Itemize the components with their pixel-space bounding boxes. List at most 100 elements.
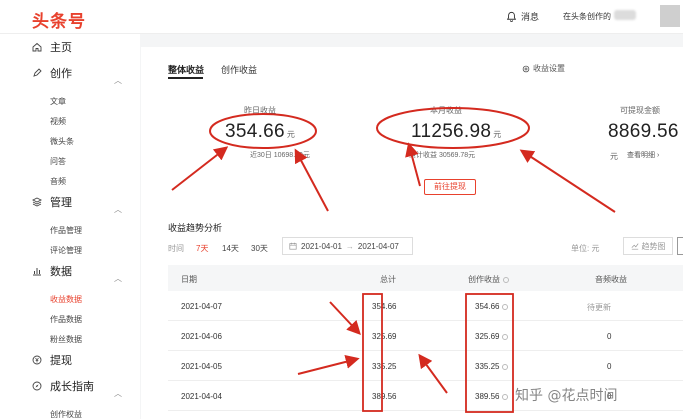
date-to: 2021-04-07	[357, 241, 399, 251]
last-30-days-revenue: 近30日 10698.59元	[250, 152, 310, 159]
chevron-up-icon: ︿	[114, 274, 122, 283]
top-bar: 头条号 消息 在头条创作的	[0, 0, 683, 34]
creator-label: 在头条创作的	[563, 12, 611, 21]
sidebar-subitem[interactable]: 视频	[50, 116, 66, 127]
detail-icon[interactable]	[502, 363, 509, 370]
row-date: 2021-04-04	[181, 392, 222, 401]
sidebar-subitem[interactable]: 音频	[50, 176, 66, 187]
row-total: 389.56	[372, 392, 397, 401]
range-7-days[interactable]: 7天	[196, 243, 208, 254]
row-creation: 335.25	[475, 362, 509, 371]
row-audio: 待更新	[587, 303, 611, 312]
app-logo[interactable]: 头条号	[32, 7, 86, 32]
row-creation-value: 354.66	[475, 302, 500, 311]
pen-icon	[33, 68, 42, 77]
sidebar-label-withdraw: 提现	[50, 355, 72, 367]
sidebar-subitem[interactable]: 评论管理	[50, 245, 82, 256]
chevron-up-icon: ︿	[114, 205, 122, 214]
line-chart-icon	[631, 243, 638, 250]
row-date: 2021-04-07	[181, 302, 222, 311]
sidebar-subitem[interactable]: 文章	[50, 96, 66, 107]
column-header-creation-label: 创作收益	[468, 275, 500, 284]
row-date: 2021-04-06	[181, 332, 222, 341]
revenue-settings-button[interactable]: 收益设置	[522, 63, 565, 74]
settings-label: 收益设置	[533, 64, 565, 73]
withdrawable-label: 可提现金额	[620, 106, 660, 115]
trend-chart-button[interactable]: 趋势图	[623, 237, 673, 255]
row-total: 335.25	[372, 362, 397, 371]
row-audio: 0	[607, 362, 612, 371]
yesterday-unit: 元	[286, 130, 296, 139]
sidebar-subitem[interactable]: 问答	[50, 156, 66, 167]
row-creation: 325.69	[475, 332, 509, 341]
active-tab-indicator	[168, 77, 203, 79]
row-audio: 0	[607, 332, 612, 341]
blurred-username	[614, 10, 636, 20]
home-icon	[32, 42, 42, 52]
range-30-days[interactable]: 30天	[251, 243, 268, 254]
row-date: 2021-04-05	[181, 362, 222, 371]
sidebar-subitem[interactable]: 作品管理	[50, 225, 82, 236]
cumulative-revenue: 累计收益 30569.78元	[409, 152, 476, 159]
yesterday-revenue-label: 昨日收益	[244, 106, 276, 115]
month-revenue-value: 11256.98 元	[411, 121, 502, 143]
row-creation-value: 335.25	[475, 362, 500, 371]
sidebar-label-growth: 成长指南	[50, 381, 94, 393]
yuan-circle-icon	[32, 355, 42, 365]
table-view-button[interactable]	[677, 237, 683, 255]
date-separator: →	[345, 241, 354, 251]
unit-label: 单位: 元	[571, 244, 600, 253]
row-total: 325.69	[372, 332, 397, 341]
chevron-up-icon: ︿	[114, 76, 122, 85]
yesterday-revenue-value: 354.66 元	[225, 121, 295, 143]
info-icon[interactable]	[503, 276, 509, 283]
month-revenue-label: 本月收益	[430, 106, 462, 115]
row-total: 354.66	[372, 302, 397, 311]
go-withdraw-button[interactable]: 前往提现	[424, 179, 476, 195]
messages-label: 消息	[521, 12, 540, 22]
row-creation-value: 389.56	[475, 392, 500, 401]
sidebar-label-home: 主页	[50, 42, 72, 54]
chart-icon	[33, 268, 41, 276]
sidebar-subitem[interactable]: 微头条	[50, 136, 74, 147]
sidebar-label-manage: 管理	[50, 197, 72, 209]
view-details-link[interactable]: 查看明细 ›	[627, 150, 659, 160]
revenue-panel: 整体收益 创作收益 收益设置 昨日收益 354.66 元 近30日 10698.5…	[141, 47, 683, 419]
table-row	[168, 351, 683, 381]
messages-button[interactable]: 消息	[506, 10, 539, 23]
sidebar-subitem[interactable]: 粉丝数据	[50, 334, 82, 345]
column-header-date: 日期	[181, 275, 197, 284]
date-range-picker[interactable]: 2021-04-01 → 2021-04-07	[282, 237, 413, 255]
tab-creation-revenue[interactable]: 创作收益	[221, 63, 257, 76]
gear-icon	[522, 65, 530, 72]
month-value-number: 11256.98	[411, 121, 492, 142]
sidebar-subitem-active[interactable]: 收益数据	[50, 294, 82, 305]
month-unit: 元	[493, 130, 502, 139]
layers-icon	[32, 197, 42, 207]
time-filter-label: 时间	[168, 244, 184, 253]
yesterday-value-number: 354.66	[225, 121, 285, 142]
bell-icon	[506, 11, 517, 22]
detail-icon[interactable]	[502, 393, 509, 400]
table-row	[168, 321, 683, 351]
chevron-up-icon: ︿	[114, 389, 122, 398]
compass-icon	[32, 381, 42, 391]
sidebar-subitem[interactable]: 创作权益	[50, 409, 82, 419]
detail-icon[interactable]	[502, 333, 509, 340]
avatar[interactable]	[660, 5, 680, 27]
sidebar-label-data: 数据	[50, 266, 72, 278]
trend-chart-label: 趋势图	[641, 241, 666, 251]
sidebar-label-create: 创作	[50, 68, 72, 80]
calendar-icon	[289, 242, 297, 250]
range-14-days[interactable]: 14天	[222, 243, 239, 254]
column-header-total: 总计	[380, 275, 396, 284]
detail-icon[interactable]	[502, 303, 509, 310]
sidebar-subitem[interactable]: 作品数据	[50, 314, 82, 325]
tab-overall-revenue[interactable]: 整体收益	[168, 63, 204, 76]
date-from: 2021-04-01	[301, 241, 342, 251]
watermark: 知乎 @花点时间	[515, 388, 618, 404]
column-header-creation: 创作收益	[468, 274, 509, 285]
row-creation: 354.66	[475, 302, 509, 311]
column-header-audio: 音频收益	[595, 275, 627, 284]
sidebar: 主页 创作 ︿ 文章 视频 微头条 问答 音频 管理 ︿ 作品管理 评论管理 数…	[0, 34, 140, 419]
